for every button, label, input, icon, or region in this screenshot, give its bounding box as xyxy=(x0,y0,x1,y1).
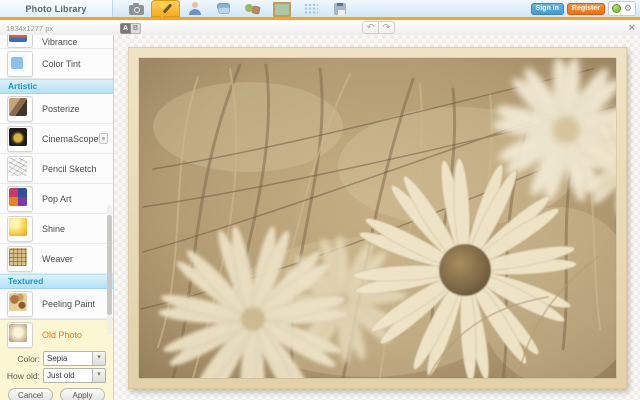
color-field-row: Color:Sepia▾ xyxy=(0,351,106,366)
statusbar: 1834x1277 px A B ↶ ↷ × xyxy=(0,20,640,36)
register-button[interactable]: Register xyxy=(567,3,605,15)
layers-icon xyxy=(216,2,232,15)
sidebar-item-label: CinemaScope xyxy=(42,134,99,144)
compare-b-button[interactable]: B xyxy=(131,23,141,34)
scrollbar-thumb[interactable] xyxy=(107,215,112,315)
toolbar: Photo Library Sign in Register ⚙ xyxy=(0,0,640,17)
sidebar-list: Vibrance Color Tint Artistic Posterize Cinem… xyxy=(0,35,113,400)
close-icon[interactable]: × xyxy=(629,22,635,34)
toolbar-right: Sign in Register ⚙ xyxy=(531,0,640,17)
photo-old-daisies xyxy=(128,47,627,389)
tab-portrait[interactable] xyxy=(180,0,209,17)
toolbar-tabs xyxy=(122,0,354,17)
cancel-button[interactable]: Cancel xyxy=(8,388,53,400)
tab-patterns[interactable] xyxy=(296,0,325,17)
tab-stickers[interactable] xyxy=(238,0,267,17)
pencil-sketch-icon xyxy=(7,156,33,182)
sidebar-item-label: Shine xyxy=(42,224,65,234)
tab-layers[interactable] xyxy=(209,0,238,17)
sidebar-item-label: Pop Art xyxy=(42,194,72,204)
tab-save[interactable] xyxy=(325,0,354,17)
sidebar-item-label: Weaver xyxy=(42,254,73,264)
sidebar-item-vibrance[interactable]: Vibrance xyxy=(0,35,113,49)
sidebar-item-posterize[interactable]: Posterize xyxy=(0,94,113,124)
section-header-textured: Textured xyxy=(0,274,113,289)
sidebar-item-label: Posterize xyxy=(42,104,80,114)
sidebar-item-cinemascope[interactable]: CinemaScope xyxy=(0,124,113,154)
sidebar-item-peeling-paint[interactable]: Peeling Paint xyxy=(0,289,113,319)
sidebar-item-pencil-sketch[interactable]: Pencil Sketch xyxy=(0,154,113,184)
tab-frames[interactable] xyxy=(267,0,296,17)
tab-wand[interactable] xyxy=(151,0,180,17)
sidebar: Vibrance Color Tint Artistic Posterize Cinem… xyxy=(0,35,114,400)
color-select[interactable]: Sepia▾ xyxy=(43,351,106,366)
sidebar-item-shine[interactable]: Shine xyxy=(0,214,113,244)
cinemascope-icon xyxy=(7,126,33,152)
status-dot-icon[interactable] xyxy=(612,4,621,13)
posterize-icon xyxy=(7,96,33,122)
sidebar-item-label: Pencil Sketch xyxy=(42,164,97,174)
sidebar-item-label: Color Tint xyxy=(42,59,81,69)
tab-camera[interactable] xyxy=(122,0,151,17)
apply-button[interactable]: Apply xyxy=(60,388,105,400)
color-value: Sepia xyxy=(44,352,92,365)
age-label: How old: xyxy=(0,371,40,381)
sign-in-button[interactable]: Sign in xyxy=(531,3,564,15)
gear-icon[interactable]: ⚙ xyxy=(624,4,632,13)
vibrance-icon xyxy=(7,35,33,48)
canvas-workspace xyxy=(114,35,640,400)
patterns-icon xyxy=(304,3,318,15)
frames-icon xyxy=(273,2,291,17)
save-icon xyxy=(334,3,346,15)
sidebar-item-color-tint[interactable]: Color Tint xyxy=(0,49,113,79)
stickers-icon xyxy=(245,2,261,15)
age-value: Just old xyxy=(44,369,92,382)
color-label: Color: xyxy=(0,354,40,364)
camera-icon xyxy=(129,5,144,15)
wand-icon xyxy=(158,2,174,15)
old-photo-panel: Old PhotoColor:Sepia▾How old:Just old▾Ca… xyxy=(0,319,113,400)
page-title: Photo Library xyxy=(25,4,86,14)
section-header-artistic: Artistic xyxy=(0,79,113,94)
undo-icon[interactable]: ↶ xyxy=(362,21,379,34)
sidebar-item-label: Peeling Paint xyxy=(42,299,95,309)
sidebar-item-label: Old Photo xyxy=(42,330,82,340)
weaver-icon xyxy=(7,246,33,272)
compare-a-button[interactable]: A xyxy=(120,23,131,34)
effect-options-badge-icon[interactable] xyxy=(99,133,108,144)
compare-ab-toggle: A B xyxy=(120,23,141,34)
sidebar-item-weaver[interactable]: Weaver xyxy=(0,244,113,274)
color-tint-icon xyxy=(7,51,33,77)
peeling-paint-icon xyxy=(7,291,33,317)
panel-buttons: Cancel Apply xyxy=(8,388,105,400)
photo-editor-app: Photo Library Sign in Register ⚙ 1834x12… xyxy=(0,0,640,400)
chevron-down-icon[interactable]: ▾ xyxy=(92,352,105,365)
redo-icon[interactable]: ↷ xyxy=(379,21,395,34)
app-title-area: Photo Library xyxy=(0,0,113,17)
sidebar-item-label: Vibrance xyxy=(42,37,77,47)
age-select[interactable]: Just old▾ xyxy=(43,368,106,383)
account-widget: ⚙ xyxy=(608,1,636,16)
content-area: Vibrance Color Tint Artistic Posterize Cinem… xyxy=(0,35,640,400)
sidebar-item-old-photo[interactable]: Old Photo xyxy=(0,320,113,349)
portrait-icon xyxy=(187,2,203,15)
sidebar-item-pop-art[interactable]: Pop Art xyxy=(0,184,113,214)
age-field-row: How old:Just old▾ xyxy=(0,368,106,383)
shine-icon xyxy=(7,216,33,242)
sidebar-scrollbar[interactable] xyxy=(107,205,112,335)
chevron-down-icon[interactable]: ▾ xyxy=(92,369,105,382)
image-dimensions: 1834x1277 px xyxy=(6,24,53,33)
pop-art-icon xyxy=(7,186,33,212)
old-photo-icon xyxy=(7,322,33,348)
undo-redo-group: ↶ ↷ xyxy=(362,21,395,34)
